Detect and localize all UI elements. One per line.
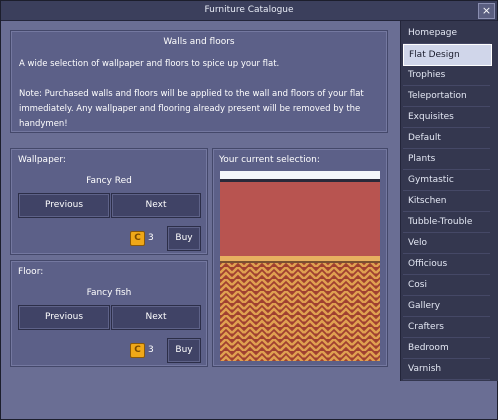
section-title: Walls and floors — [163, 37, 235, 47]
furniture-catalogue-window: Furniture Catalogue × Walls and floors A… — [0, 0, 498, 420]
sidebar-item-crafters[interactable]: Crafters — [403, 317, 490, 338]
room-preview — [220, 171, 380, 361]
sidebar-item-flat-design[interactable]: Flat Design — [403, 44, 492, 66]
preview-label: Your current selection: — [219, 155, 320, 165]
floor-next-button[interactable]: Next — [111, 305, 201, 330]
sidebar-item-teleportation[interactable]: Teleportation — [403, 86, 490, 107]
wallpaper-previous-button[interactable]: Previous — [18, 193, 110, 218]
floor-label: Floor: — [18, 267, 44, 277]
floor-buy-button[interactable]: Buy — [167, 338, 201, 363]
credits-icon: C — [130, 343, 145, 358]
info-description: A wide selection of wallpaper and floors… — [19, 59, 280, 69]
sidebar-item-cosi[interactable]: Cosi — [403, 275, 490, 296]
info-note: Note: Purchased walls and floors will be… — [19, 89, 364, 129]
category-sidebar: Homepage Flat Design Trophies Teleportation… — [400, 21, 498, 381]
window-title: Furniture Catalogue — [204, 5, 294, 15]
sidebar-item-officious[interactable]: Officious — [403, 254, 490, 275]
close-button[interactable]: × — [478, 3, 495, 19]
floor-price: 3 — [148, 345, 154, 355]
sidebar-item-bedroom[interactable]: Bedroom — [403, 338, 490, 359]
baseboard — [220, 256, 380, 261]
sidebar-item-homepage[interactable]: Homepage — [403, 23, 490, 44]
sidebar-item-trophies[interactable]: Trophies — [403, 65, 490, 86]
sidebar-item-plants[interactable]: Plants — [403, 149, 490, 170]
wallpaper-swatch — [220, 182, 380, 256]
sidebar-item-default[interactable]: Default — [403, 128, 490, 149]
sidebar-item-kitschen[interactable]: Kitschen — [403, 191, 490, 212]
floor-previous-button[interactable]: Previous — [18, 305, 110, 330]
sidebar-item-gymtastic[interactable]: Gymtastic — [403, 170, 490, 191]
credits-icon: C — [130, 231, 145, 246]
wallpaper-label: Wallpaper: — [18, 155, 66, 165]
wallpaper-panel: Wallpaper: Fancy Red Previous Next C 3 B… — [10, 148, 208, 255]
sidebar-item-velo[interactable]: Velo — [403, 233, 490, 254]
floor-name: Fancy fish — [86, 288, 132, 298]
sidebar-item-varnish[interactable]: Varnish — [403, 359, 490, 380]
title-bar[interactable]: Furniture Catalogue × — [1, 1, 497, 21]
info-panel: Walls and floors A wide selection of wal… — [10, 30, 388, 133]
sidebar-item-exquisites[interactable]: Exquisites — [403, 107, 490, 128]
wallpaper-price: 3 — [148, 233, 154, 243]
floor-swatch — [220, 263, 380, 361]
info-text: A wide selection of wallpaper and floors… — [19, 57, 383, 147]
wallpaper-name: Fancy Red — [86, 176, 132, 186]
ceiling-trim — [220, 171, 380, 179]
preview-panel: Your current selection: — [212, 148, 388, 367]
wallpaper-buy-button[interactable]: Buy — [167, 226, 201, 251]
close-icon: × — [481, 4, 492, 17]
sidebar-item-tubble-trouble[interactable]: Tubble-Trouble — [403, 212, 490, 233]
wallpaper-next-button[interactable]: Next — [111, 193, 201, 218]
sidebar-item-gallery[interactable]: Gallery — [403, 296, 490, 317]
floor-panel: Floor: Fancy fish Previous Next C 3 Buy — [10, 260, 208, 367]
